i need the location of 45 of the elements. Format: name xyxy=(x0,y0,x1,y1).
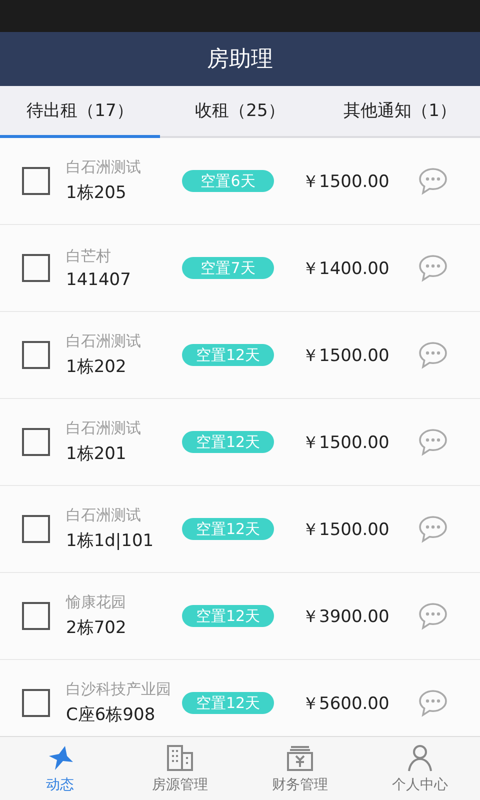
estate-name: 愉康花园 xyxy=(66,593,127,612)
checkbox[interactable] xyxy=(22,515,50,543)
checkbox[interactable] xyxy=(22,689,50,717)
tab[interactable]: 收租（25） xyxy=(160,86,320,138)
price: ￥1500.00 xyxy=(302,344,390,366)
nav-item[interactable]: 个人中心 xyxy=(360,737,480,800)
unit-number: 1栋205 xyxy=(66,182,128,204)
vacancy-badge: 空置12天 xyxy=(182,344,274,366)
vacancy-badge: 空置12天 xyxy=(182,518,274,540)
estate-name: 白芒村 xyxy=(66,246,112,266)
unit-number: 2栋702 xyxy=(66,617,128,639)
price: ￥1500.00 xyxy=(302,170,390,192)
nav-item[interactable]: 财务管理 xyxy=(240,737,360,800)
unit-number: 141407 xyxy=(66,270,132,290)
nav-item[interactable]: 房源管理 xyxy=(120,737,240,800)
price: ￥3900.00 xyxy=(302,606,390,628)
vacancy-badge: 空置7天 xyxy=(182,257,274,279)
unit-number: 1栋1d|101 xyxy=(66,530,155,552)
checkbox[interactable] xyxy=(22,602,50,630)
checkbox[interactable] xyxy=(22,428,50,456)
price: ￥1400.00 xyxy=(302,258,390,280)
unit-number: 1栋202 xyxy=(66,356,128,378)
vacancy-badge: 空置12天 xyxy=(182,692,274,714)
building-icon xyxy=(165,744,195,772)
app-title: 房助理 xyxy=(207,46,273,74)
checkbox[interactable] xyxy=(22,341,50,369)
cash-box-icon xyxy=(285,744,315,772)
tab[interactable]: 其他通知（1） xyxy=(320,86,480,138)
nav-item[interactable]: 动态 xyxy=(0,737,120,800)
price: ￥1500.00 xyxy=(302,432,390,454)
vacancy-badge: 空置12天 xyxy=(182,605,274,627)
estate-name: 白石洲测试 xyxy=(66,506,142,525)
unit-number: C座6栋908 xyxy=(66,704,156,726)
estate-name: 白石洲测试 xyxy=(66,419,142,438)
estate-name: 白石洲测试 xyxy=(66,158,142,177)
vacancy-badge: 空置6天 xyxy=(182,170,274,192)
checkbox[interactable] xyxy=(22,167,50,195)
estate-name: 白沙科技产业园 xyxy=(66,680,172,699)
estate-name: 白石洲测试 xyxy=(66,332,142,351)
unit-number: 1栋201 xyxy=(66,443,128,465)
price: ￥1500.00 xyxy=(302,518,390,540)
checkbox[interactable] xyxy=(22,254,50,282)
price: ￥5600.00 xyxy=(302,692,390,714)
vacancy-badge: 空置12天 xyxy=(182,431,274,453)
person-icon xyxy=(405,744,435,772)
